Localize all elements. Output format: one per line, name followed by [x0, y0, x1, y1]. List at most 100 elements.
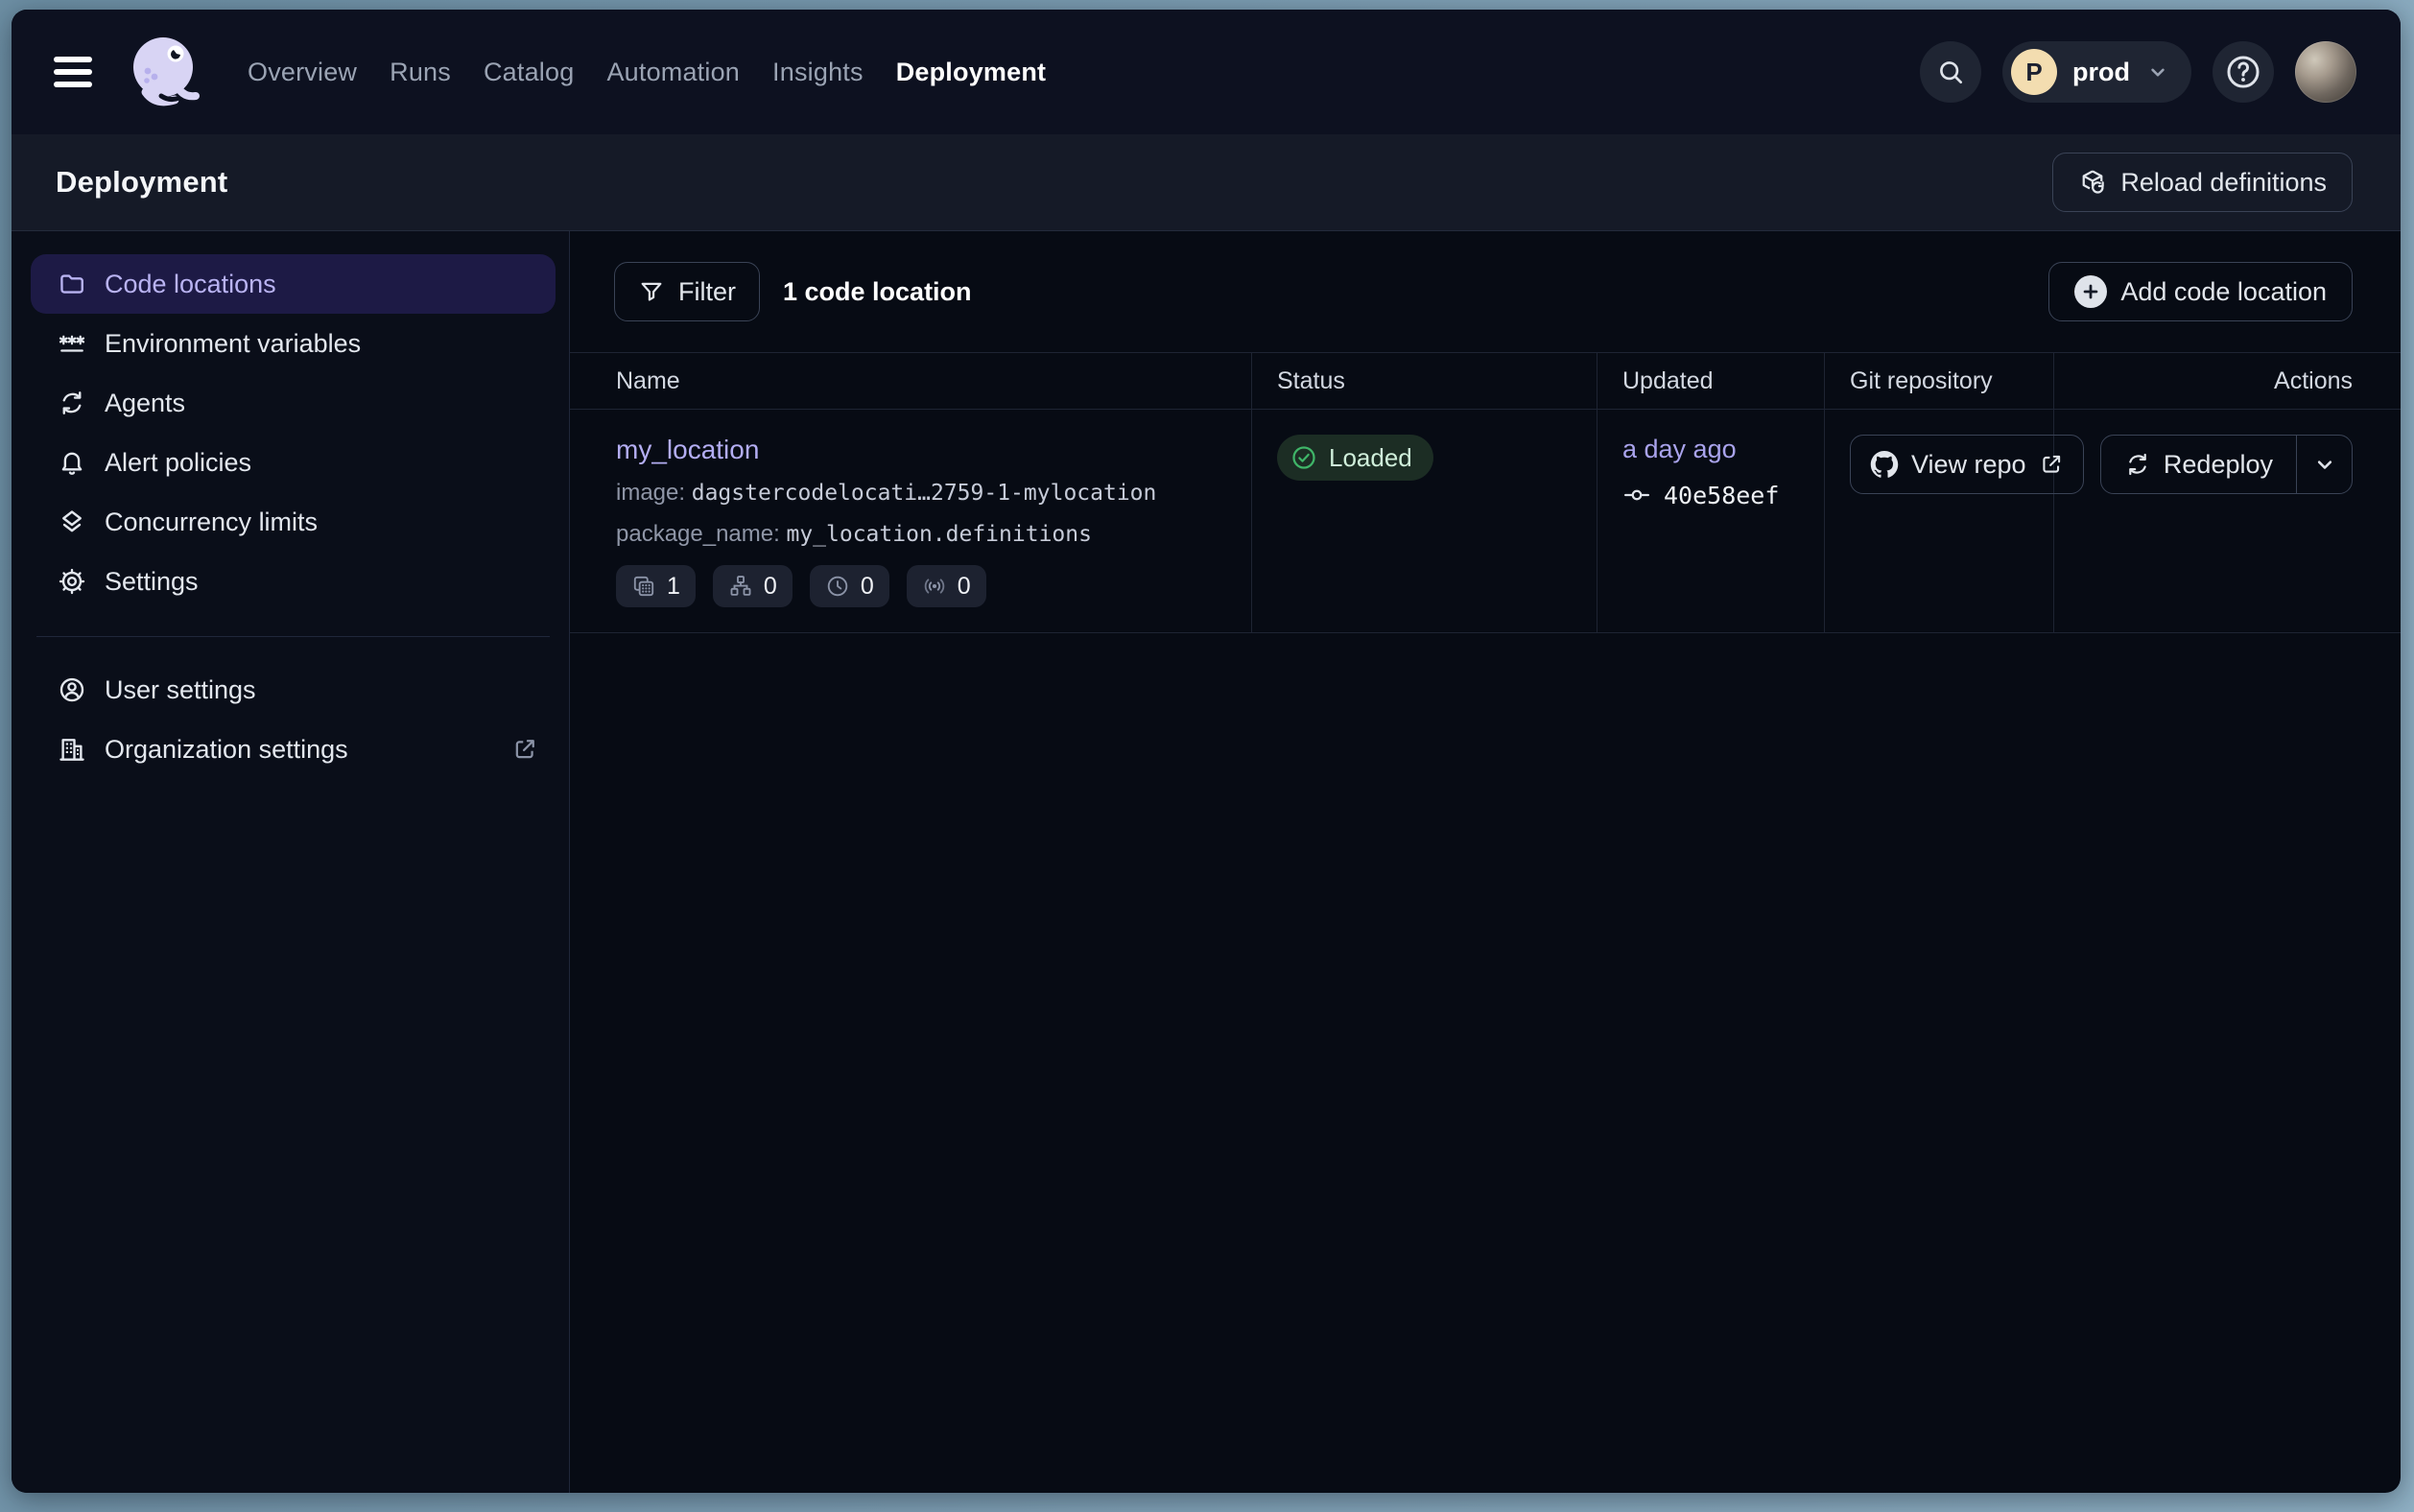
package-value: my_location.definitions: [786, 522, 1092, 547]
git-repository-cell: View repo: [1825, 410, 2054, 632]
updated-cell: a day ago 40e58eef: [1598, 410, 1825, 632]
main-content: Filter 1 code location Add code location…: [570, 231, 2401, 1493]
bell-icon: [58, 448, 86, 477]
deployment-initial-badge: P: [2011, 49, 2057, 95]
clock-icon: [825, 574, 850, 599]
sensor-icon: [922, 574, 947, 599]
filter-icon: [638, 278, 665, 305]
column-header-updated: Updated: [1598, 353, 1825, 409]
sidebar-item-label: Organization settings: [105, 735, 348, 765]
reload-definitions-label: Reload definitions: [2120, 168, 2327, 198]
status-cell: Loaded: [1252, 410, 1598, 632]
page-header: Deployment Reload definitions: [12, 134, 2401, 231]
redeploy-menu-button[interactable]: [2296, 436, 2352, 493]
navbar-right: P prod: [1920, 41, 2356, 103]
top-navbar: Overview Runs Catalog Automation Insight…: [12, 10, 2401, 134]
chevron-down-icon: [2311, 451, 2338, 478]
code-locations-table: Name Status Updated Git repository Actio…: [570, 352, 2401, 633]
page-title: Deployment: [56, 165, 227, 200]
sidebar-item-label: Environment variables: [105, 329, 361, 359]
status-label: Loaded: [1329, 443, 1412, 473]
gear-icon: [58, 567, 86, 596]
column-header-actions: Actions: [2054, 353, 2401, 409]
commit-icon: [1622, 481, 1651, 509]
sensors-count-chip: 0: [907, 565, 986, 607]
commit-line: 40e58eef: [1622, 481, 1824, 509]
table-row: my_location image: dagstercodelocati…275…: [570, 410, 2401, 633]
sidebar-item-label: Settings: [105, 567, 199, 597]
filter-label: Filter: [678, 277, 736, 307]
assets-count-chip: 1: [616, 565, 696, 607]
check-circle-icon: [1290, 443, 1318, 472]
menu-icon[interactable]: [54, 57, 92, 87]
nav-item-overview[interactable]: Overview: [248, 58, 357, 87]
nav-item-deployment[interactable]: Deployment: [896, 58, 1047, 87]
sidebar-divider: [36, 636, 550, 637]
image-line: image: dagstercodelocati…2759-1-mylocati…: [616, 480, 1251, 507]
reload-definitions-icon: [2078, 168, 2107, 197]
view-repo-button[interactable]: View repo: [1850, 435, 2084, 494]
github-icon: [1870, 450, 1899, 479]
sidebar-item-code-locations[interactable]: Code locations: [31, 254, 556, 314]
image-value: dagstercodelocati…2759-1-mylocation: [692, 481, 1157, 506]
help-icon: [2223, 52, 2263, 92]
help-button[interactable]: [2213, 41, 2274, 103]
sidebar-item-label: Code locations: [105, 270, 276, 299]
dagster-logo-icon[interactable]: [127, 33, 203, 111]
nav-item-automation[interactable]: Automation: [606, 58, 740, 87]
search-icon: [1935, 57, 1966, 87]
sidebar-item-user-settings[interactable]: User settings: [31, 660, 556, 720]
assets-count: 1: [667, 573, 680, 601]
definition-count-chips: 1: [616, 565, 1251, 607]
add-code-location-label: Add code location: [2120, 277, 2327, 307]
sidebar-item-environment-variables[interactable]: Environment variables: [31, 314, 556, 373]
sidebar-item-organization-settings[interactable]: Organization settings: [31, 720, 556, 779]
nav-item-runs[interactable]: Runs: [390, 58, 451, 87]
assets-icon: [631, 574, 656, 599]
code-location-link[interactable]: my_location: [616, 435, 759, 465]
user-avatar[interactable]: [2295, 41, 2356, 103]
sidebar-item-label: Agents: [105, 389, 185, 418]
status-badge: Loaded: [1277, 435, 1433, 481]
sidebar-item-concurrency-limits[interactable]: Concurrency limits: [31, 492, 556, 552]
nav-item-insights[interactable]: Insights: [772, 58, 864, 87]
package-line: package_name: my_location.definitions: [616, 521, 1251, 548]
plus-icon: [2074, 275, 2107, 308]
sidebar-item-label: Concurrency limits: [105, 508, 318, 537]
deployment-switcher[interactable]: P prod: [2002, 41, 2191, 103]
sidebar-item-settings[interactable]: Settings: [31, 552, 556, 611]
jobs-icon: [728, 574, 753, 599]
actions-cell: Redeploy: [2054, 410, 2401, 632]
env-vars-icon: [58, 329, 86, 358]
settings-sidebar: Code locations Environment variables: [12, 231, 570, 1493]
primary-nav: Overview Runs Catalog Automation Insight…: [248, 58, 1046, 87]
updated-time-link[interactable]: a day ago: [1622, 435, 1737, 464]
column-header-name: Name: [570, 353, 1252, 409]
reload-definitions-button[interactable]: Reload definitions: [2052, 153, 2353, 212]
column-header-git-repository: Git repository: [1825, 353, 2054, 409]
redeploy-split-button: Redeploy: [2100, 435, 2353, 494]
package-label: package_name:: [616, 521, 780, 547]
toolbar: Filter 1 code location Add code location: [570, 231, 2401, 321]
search-button[interactable]: [1920, 41, 1981, 103]
column-header-status: Status: [1252, 353, 1598, 409]
sidebar-item-alert-policies[interactable]: Alert policies: [31, 433, 556, 492]
view-repo-label: View repo: [1911, 450, 2026, 480]
redeploy-button[interactable]: Redeploy: [2101, 436, 2296, 493]
filter-button[interactable]: Filter: [614, 262, 760, 321]
sidebar-item-label: Alert policies: [105, 448, 251, 478]
layers-icon: [58, 508, 86, 536]
building-icon: [58, 735, 86, 764]
add-code-location-button[interactable]: Add code location: [2048, 262, 2353, 321]
sidebar-item-agents[interactable]: Agents: [31, 373, 556, 433]
nav-item-catalog[interactable]: Catalog: [484, 58, 574, 87]
chevron-down-icon: [2145, 59, 2170, 84]
table-header-row: Name Status Updated Git repository Actio…: [570, 352, 2401, 410]
folder-icon: [58, 270, 86, 298]
user-circle-icon: [58, 675, 86, 704]
schedules-count: 0: [861, 573, 874, 601]
deployment-name: prod: [2072, 58, 2130, 87]
schedules-count-chip: 0: [810, 565, 889, 607]
redeploy-label: Redeploy: [2164, 450, 2273, 480]
app-window: Overview Runs Catalog Automation Insight…: [12, 10, 2401, 1493]
